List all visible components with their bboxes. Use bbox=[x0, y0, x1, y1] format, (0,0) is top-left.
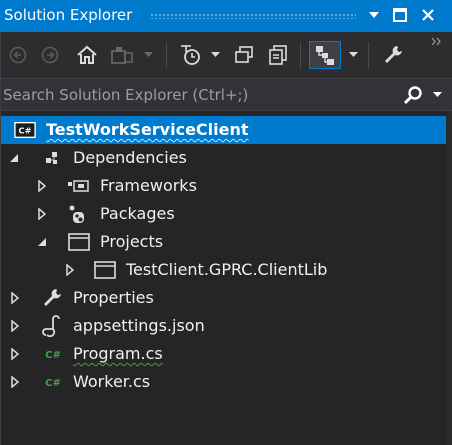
dependencies-label: Dependencies bbox=[73, 148, 187, 167]
toolbar-separator bbox=[368, 42, 369, 68]
csharp-file-icon: C# bbox=[42, 343, 64, 365]
collapsed-arrow-icon[interactable] bbox=[9, 319, 21, 333]
tree-item-properties[interactable]: Properties bbox=[0, 284, 446, 312]
collapsed-arrow-icon[interactable] bbox=[9, 375, 21, 389]
tree-item-project[interactable]: C# TestWorkServiceClient bbox=[0, 116, 446, 144]
program-label: Program.cs bbox=[73, 344, 163, 363]
nuget-packages-icon bbox=[66, 203, 88, 225]
expanded-arrow-icon[interactable] bbox=[8, 151, 20, 165]
packages-label: Packages bbox=[100, 204, 175, 223]
title-grip[interactable] bbox=[150, 13, 356, 19]
search-box[interactable] bbox=[0, 78, 452, 111]
appsettings-label: appsettings.json bbox=[73, 316, 205, 335]
tree-item-frameworks[interactable]: Frameworks bbox=[0, 172, 446, 200]
wrench-icon bbox=[41, 287, 63, 309]
toolbar-separator bbox=[300, 42, 301, 68]
search-input[interactable] bbox=[3, 83, 393, 107]
json-file-icon bbox=[41, 315, 63, 337]
properties-wrench-icon[interactable] bbox=[378, 41, 408, 69]
tree-item-projects[interactable]: Projects bbox=[0, 228, 446, 256]
show-all-files-icon[interactable] bbox=[230, 41, 258, 69]
expanded-arrow-icon[interactable] bbox=[36, 235, 48, 249]
collapsed-arrow-icon[interactable] bbox=[9, 347, 21, 361]
search-options-dropdown-icon[interactable] bbox=[428, 83, 446, 107]
sync-with-active-document-icon[interactable] bbox=[309, 41, 341, 69]
title-bar[interactable]: Solution Explorer bbox=[0, 0, 452, 32]
back-icon[interactable] bbox=[6, 41, 30, 69]
project-label: TestWorkServiceClient bbox=[46, 120, 249, 139]
worker-label: Worker.cs bbox=[73, 372, 151, 391]
tree-item-worker[interactable]: C# Worker.cs bbox=[0, 368, 446, 396]
pending-changes-dropdown-icon[interactable] bbox=[208, 41, 222, 69]
toolbar bbox=[0, 32, 452, 78]
tree-item-packages[interactable]: Packages bbox=[0, 200, 446, 228]
tree-item-appsettings[interactable]: appsettings.json bbox=[0, 312, 446, 340]
sync-dropdown-icon[interactable] bbox=[346, 41, 360, 69]
toolbar-overflow-icon[interactable] bbox=[430, 36, 444, 46]
collapsed-arrow-icon[interactable] bbox=[9, 291, 21, 305]
tree-item-client-lib[interactable]: TestClient.GPRC.ClientLib bbox=[0, 256, 446, 284]
home-icon[interactable] bbox=[74, 41, 100, 69]
toolbar-separator bbox=[166, 42, 167, 68]
collapsed-arrow-icon[interactable] bbox=[64, 263, 76, 277]
csharp-file-icon: C# bbox=[42, 371, 64, 393]
collapsed-arrow-icon[interactable] bbox=[36, 179, 48, 193]
frameworks-icon bbox=[68, 175, 90, 197]
forward-icon[interactable] bbox=[38, 41, 62, 69]
collapse-all-icon[interactable] bbox=[264, 41, 292, 69]
switch-views-icon[interactable] bbox=[108, 41, 136, 69]
project-reference-icon bbox=[68, 231, 90, 253]
switch-views-dropdown-icon[interactable] bbox=[141, 41, 155, 69]
window-title: Solution Explorer bbox=[4, 6, 133, 24]
tree-item-program[interactable]: C# Program.cs bbox=[0, 340, 446, 368]
projects-label: Projects bbox=[100, 232, 164, 251]
search-icon[interactable] bbox=[400, 83, 426, 107]
maximize-icon[interactable] bbox=[388, 3, 412, 27]
close-icon[interactable] bbox=[416, 3, 440, 27]
client-lib-label: TestClient.GPRC.ClientLib bbox=[126, 260, 328, 279]
dependencies-icon bbox=[42, 147, 64, 169]
csharp-project-icon: C# bbox=[14, 119, 36, 141]
project-badge: C# bbox=[19, 126, 32, 136]
vertical-scrollbar[interactable] bbox=[446, 111, 452, 445]
tree-item-dependencies[interactable]: Dependencies bbox=[0, 144, 446, 172]
cs-badge: C# bbox=[45, 350, 61, 361]
cs-badge: C# bbox=[45, 378, 61, 389]
frameworks-label: Frameworks bbox=[100, 176, 197, 195]
pending-changes-filter-icon[interactable] bbox=[176, 41, 206, 69]
panel-border bbox=[0, 32, 1, 445]
project-reference-icon bbox=[94, 259, 116, 281]
window-position-dropdown-icon[interactable] bbox=[362, 3, 386, 27]
collapsed-arrow-icon[interactable] bbox=[36, 207, 48, 221]
properties-label: Properties bbox=[73, 288, 154, 307]
